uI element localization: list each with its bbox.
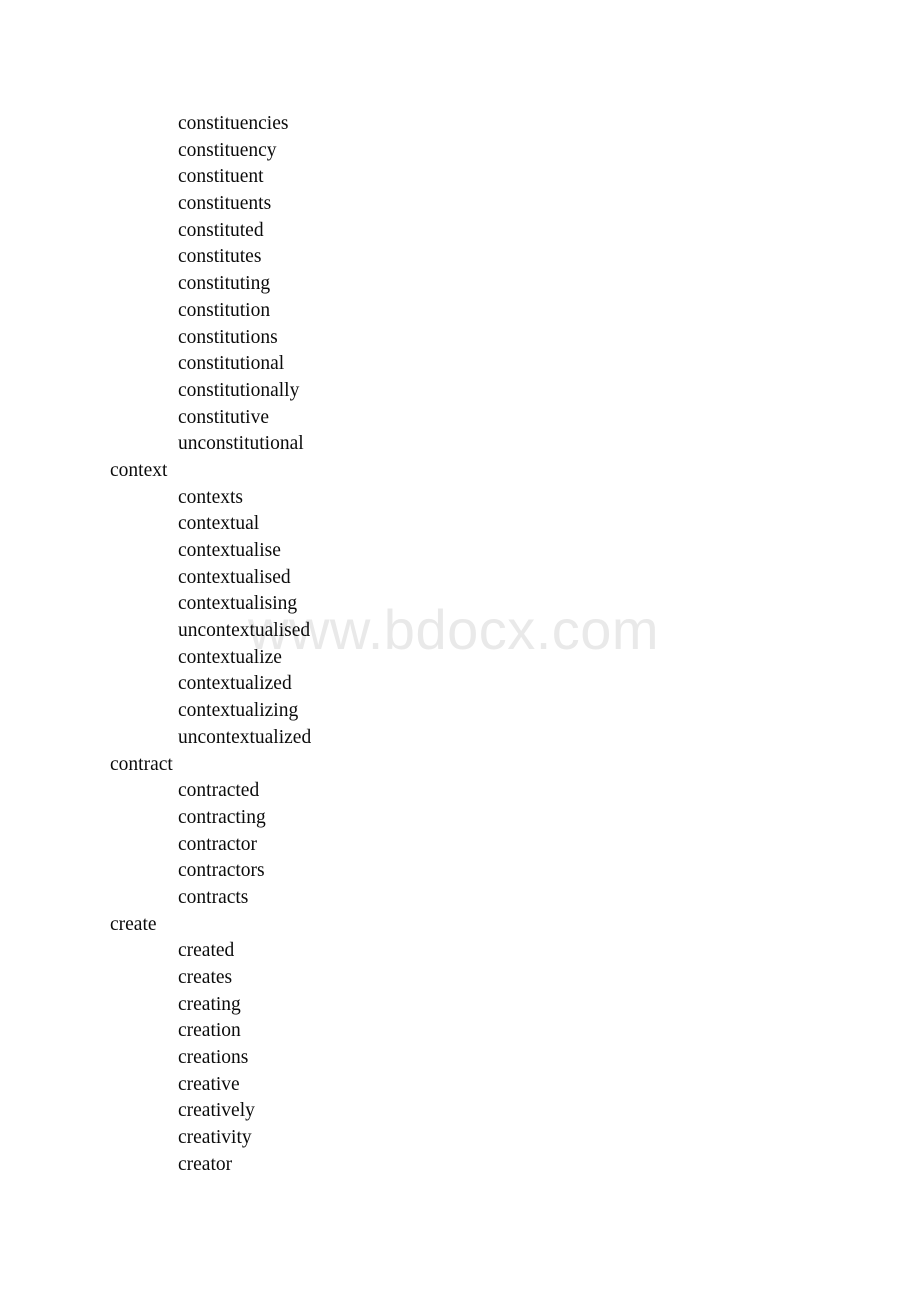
inflection-line: creator [178,1153,233,1175]
headword-line: contract [110,753,173,775]
inflection-line: creation [178,1020,241,1042]
inflection-line: unconstitutional [178,433,304,455]
inflection-line: contextualized [178,673,292,695]
inflection-line: creating [178,993,241,1015]
inflection-line: creatively [178,1100,255,1122]
inflection-line: constitutions [178,326,278,348]
inflection-line: constitutional [178,353,285,375]
inflection-line: contextualising [178,593,298,615]
inflection-line: uncontextualized [178,726,312,748]
inflection-line: contextualize [178,646,282,668]
inflection-line: contextualise [178,540,281,561]
inflection-line: created [178,940,235,962]
inflection-line: constitutive [178,406,269,428]
inflection-line: constituted [178,219,264,241]
inflection-line: creativity [178,1127,252,1149]
inflection-line: contracted [178,780,260,802]
inflection-line: creations [178,1047,249,1069]
inflection-line: constituencies [178,113,289,134]
inflection-line: constituency [178,139,277,161]
inflection-line: constitutes [178,246,262,268]
inflection-line: contexts [178,486,243,508]
headword-line: context [110,459,168,481]
inflection-line: creative [178,1073,240,1095]
inflection-line: constitution [178,299,271,321]
inflection-line: contextualised [178,566,291,588]
inflection-line: constituents [178,193,272,215]
inflection-line: constituent [178,166,264,188]
inflection-line: uncontextualised [178,620,311,642]
inflection-line: contractors [178,860,265,882]
inflection-line: contextualizing [178,700,299,722]
document-page: www.bdocx.com constituencies constituency… [0,0,920,1302]
inflection-line: contracting [178,806,266,828]
inflection-line: constituting [178,273,271,295]
inflection-line: constitutionally [178,379,300,401]
word-family-list: constituencies constituency constituent con… [0,111,920,1179]
inflection-line: creates [178,967,233,988]
inflection-line: contractor [178,833,258,855]
headword-line: create [110,913,157,935]
inflection-line: contextual [178,513,260,535]
inflection-line: contracts [178,886,249,908]
